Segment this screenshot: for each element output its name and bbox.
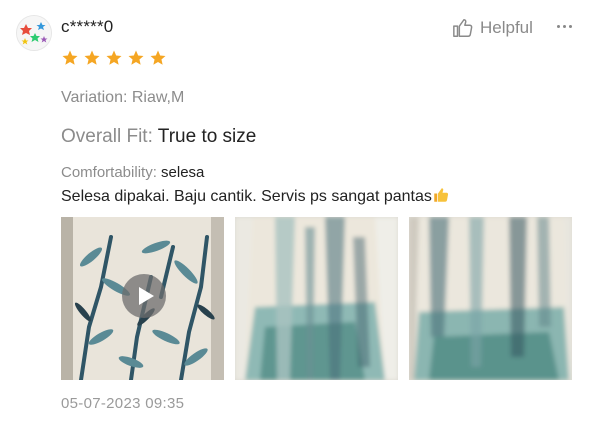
fit-label: Overall Fit: [61, 126, 153, 147]
review-video[interactable] [61, 217, 224, 380]
thumbs-up-emoji [434, 188, 448, 202]
review-photo [235, 217, 398, 380]
star-icon [106, 50, 122, 65]
more-icon[interactable] [553, 14, 575, 38]
avatar-icon [17, 16, 51, 50]
helpful-label: Helpful [480, 18, 533, 37]
thumbs-up-icon [453, 19, 473, 37]
star-icon [128, 50, 144, 65]
variation-text: Variation: Riaw,M [61, 89, 185, 106]
review-body: Selesa dipakai. Baju cantik. Servis ps s… [61, 188, 432, 205]
review-card: c*****0 Helpful Variation: Riaw,M Overal… [0, 0, 591, 430]
overall-fit: Overall Fit: True to size [61, 126, 256, 148]
more-dot [562, 24, 566, 28]
username: c*****0 [61, 17, 114, 36]
review-image[interactable] [235, 217, 398, 380]
review-photo [409, 217, 572, 380]
helpful-button[interactable]: Helpful [452, 16, 533, 40]
review-date: 05-07-2023 09:35 [61, 395, 185, 412]
rating-stars [61, 49, 167, 67]
review-image[interactable] [409, 217, 572, 380]
star-icon [62, 50, 78, 65]
comfort-label: Comfortability: [61, 164, 157, 181]
play-icon [138, 287, 154, 305]
more-dot [556, 24, 560, 28]
star-icon [150, 50, 166, 65]
comfortability: Comfortability: selesa [61, 164, 204, 181]
fit-value: True to size [157, 126, 257, 147]
more-dot [568, 24, 572, 28]
review-text: Selesa dipakai. Baju cantik. Servis ps s… [61, 186, 450, 206]
play-button[interactable] [122, 274, 166, 318]
comfort-value: selesa [161, 164, 205, 181]
star-icon [84, 50, 100, 65]
avatar[interactable] [16, 15, 52, 51]
